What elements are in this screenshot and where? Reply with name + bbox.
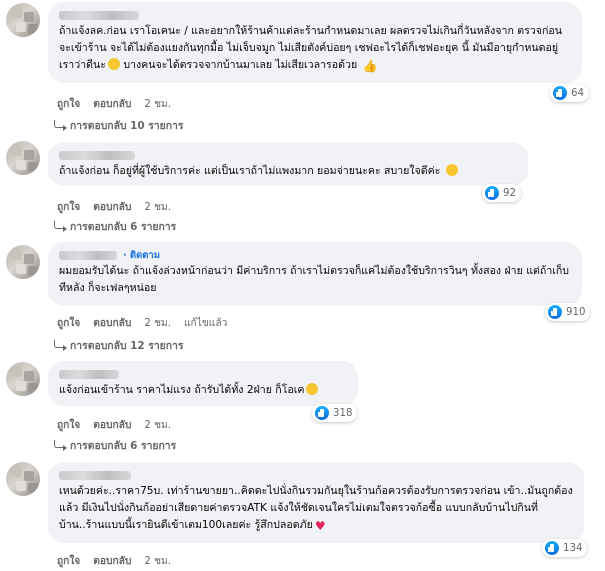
- like-icon: [315, 406, 329, 420]
- view-replies-button[interactable]: การตอบกลับ 12 รายการ: [54, 337, 183, 354]
- reaction-number: 92: [503, 187, 516, 199]
- author-row: [59, 147, 517, 163]
- reaction-count[interactable]: 134: [542, 539, 588, 557]
- avatar[interactable]: [6, 3, 40, 37]
- smile-emoji-icon: [107, 58, 120, 70]
- avatar[interactable]: [6, 462, 40, 496]
- like-button[interactable]: ถูกใจ: [57, 417, 80, 433]
- reply-button[interactable]: ตอบกลับ: [93, 199, 131, 215]
- reaction-number: 910: [566, 306, 586, 318]
- reaction-number: 318: [333, 407, 353, 419]
- comment-bubble: แจ้งก่อนเข้าร้าน ราคาไม่แรง ถ้ารับได้ทั้…: [48, 361, 358, 406]
- author-name-redacted[interactable]: [59, 470, 131, 480]
- replies-label: การตอบกลับ 12 รายการ: [70, 340, 184, 352]
- like-button[interactable]: ถูกใจ: [57, 553, 80, 569]
- like-button[interactable]: ถูกใจ: [57, 96, 80, 112]
- reaction-count[interactable]: 64: [550, 84, 589, 102]
- comment-actions: ถูกใจ ตอบกลับ 2 ชม.: [57, 96, 171, 112]
- comment-text: เหนด้วยค่ะ..ราคา75บ. เท่าร้านขายยา..คิดด…: [59, 485, 573, 533]
- heart-emoji-icon: ♥: [314, 519, 326, 533]
- comment-actions: ถูกใจ ตอบกลับ 2 ชม.: [57, 553, 171, 569]
- avatar[interactable]: [6, 245, 40, 279]
- replies-label: การตอบกลับ 6 รายการ: [70, 440, 177, 452]
- like-button[interactable]: ถูกใจ: [57, 199, 80, 215]
- author-row: [59, 467, 573, 483]
- comment-actions: ถูกใจ ตอบกลับ 2 ชม. แก้ไขแล้ว: [57, 315, 227, 331]
- comment-text: ถ้าแจ้งก่อน ก็อยู่ที่ผู้ใช้บริการค่ะ แต่…: [59, 163, 517, 180]
- author-row: [59, 7, 571, 23]
- reaction-count[interactable]: 318: [312, 404, 358, 422]
- comment-bubble: เหนด้วยค่ะ..ราคา75บ. เท่าร้านขายยา..คิดด…: [48, 462, 584, 543]
- edited-label[interactable]: แก้ไขแล้ว: [184, 315, 227, 331]
- timestamp[interactable]: 2 ชม.: [144, 96, 171, 112]
- reply-button[interactable]: ตอบกลับ: [93, 96, 131, 112]
- author-name-redacted[interactable]: [59, 10, 139, 20]
- view-replies-button[interactable]: การตอบกลับ 6 รายการ: [54, 218, 176, 235]
- follow-button[interactable]: · ติดตาม: [123, 248, 160, 263]
- reply-arrow-icon: [54, 339, 67, 351]
- like-icon: [545, 541, 559, 555]
- comment-bubble: · ติดตาม ผมยอมรับได้นะ ถ้าแจ้งล่วงหน้าก่…: [48, 242, 582, 306]
- author-row: · ติดตาม: [59, 247, 571, 263]
- reply-button[interactable]: ตอบกลับ: [93, 417, 131, 433]
- reply-arrow-icon: [54, 439, 67, 451]
- view-replies-button[interactable]: การตอบกลับ 10 รายการ: [54, 117, 183, 134]
- comment-bubble: ถ้าแจ้งก่อน ก็อยู่ที่ผู้ใช้บริการค่ะ แต่…: [48, 142, 528, 186]
- author-row: [59, 366, 347, 382]
- comment-bubble: ถ้าแจ้งลค.ก่อน เราโอเคนะ / และอยากให้ร้า…: [48, 2, 582, 83]
- reply-button[interactable]: ตอบกลับ: [93, 315, 131, 331]
- author-name-redacted[interactable]: [59, 150, 135, 160]
- like-icon: [553, 86, 567, 100]
- timestamp[interactable]: 2 ชม.: [144, 417, 171, 433]
- replies-label: การตอบกลับ 10 รายการ: [70, 120, 184, 132]
- view-replies-button[interactable]: การตอบกลับ 6 รายการ: [54, 437, 176, 454]
- timestamp[interactable]: 2 ชม.: [144, 315, 171, 331]
- timestamp[interactable]: 2 ชม.: [144, 553, 171, 569]
- avatar[interactable]: [6, 362, 40, 396]
- avatar[interactable]: [6, 141, 40, 175]
- thumbs-up-emoji-icon: 👍: [362, 59, 378, 73]
- like-icon: [485, 186, 499, 200]
- author-name-redacted[interactable]: [59, 369, 119, 379]
- reply-arrow-icon: [54, 119, 67, 131]
- like-button[interactable]: ถูกใจ: [57, 315, 80, 331]
- author-name-redacted[interactable]: [59, 250, 117, 260]
- smile-emoji-icon: [445, 164, 458, 176]
- comment-text: ผมยอมรับได้นะ ถ้าแจ้งล่วงหน้าก่อนว่า มีค…: [59, 265, 570, 294]
- comment-text: ถ้าแจ้งลค.ก่อน เราโอเคนะ / และอยากให้ร้า…: [59, 25, 562, 73]
- reaction-number: 134: [563, 542, 583, 554]
- reply-button[interactable]: ตอบกลับ: [93, 553, 131, 569]
- reaction-count[interactable]: 910: [545, 303, 591, 321]
- timestamp[interactable]: 2 ชม.: [144, 199, 171, 215]
- comment-text: แจ้งก่อนเข้าร้าน ราคาไม่แรง ถ้ารับได้ทั้…: [59, 382, 347, 399]
- like-icon: [548, 305, 562, 319]
- reaction-count[interactable]: 92: [482, 184, 521, 202]
- comment-actions: ถูกใจ ตอบกลับ 2 ชม.: [57, 417, 171, 433]
- wink-emoji-icon: [306, 383, 319, 395]
- replies-label: การตอบกลับ 6 รายการ: [70, 221, 177, 233]
- comment-actions: ถูกใจ ตอบกลับ 2 ชม.: [57, 199, 171, 215]
- reaction-number: 64: [571, 87, 584, 99]
- reply-arrow-icon: [54, 220, 67, 232]
